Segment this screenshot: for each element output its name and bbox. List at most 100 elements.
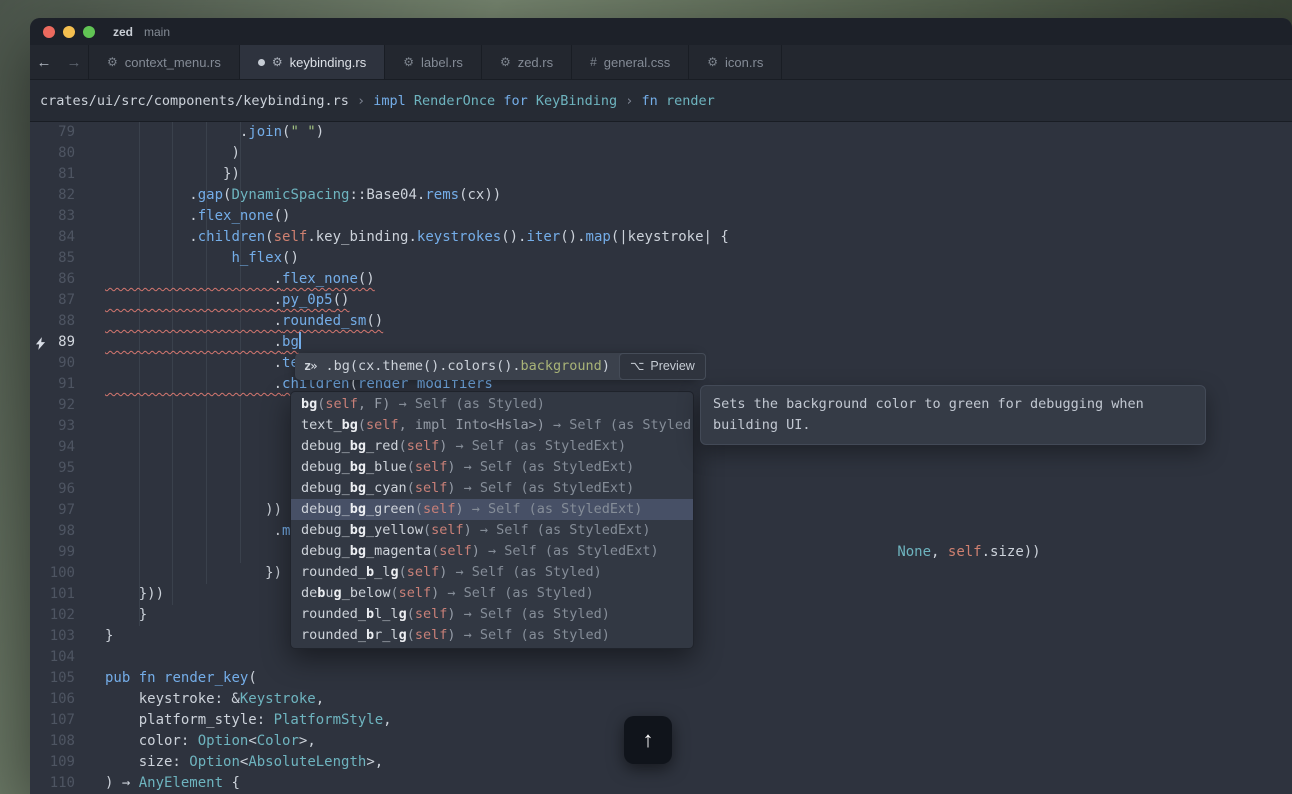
tab-zed.rs[interactable]: ⚙ zed.rs [482, 45, 572, 79]
code-line[interactable]: 79 .join(" ") [30, 122, 1292, 143]
navigate-forward-button[interactable]: → [67, 54, 82, 71]
code-line[interactable]: 88 .rounded_sm() [30, 311, 1292, 332]
line-number: 88 [30, 311, 75, 332]
code-content: .rounded_sm() [105, 311, 383, 332]
completion-item-debug_bg_yellow[interactable]: debug_bg_yellow(self) → Self (as StyledE… [291, 520, 693, 541]
completion-item-rounded_br_lg[interactable]: rounded_br_lg(self) → Self (as Styled) [291, 625, 693, 646]
code-line[interactable]: 85 h_flex() [30, 248, 1292, 269]
tab-label.rs[interactable]: ⚙label.rs [385, 45, 482, 79]
tab-label: icon.rs [725, 55, 763, 70]
rust-file-icon: ⚙ [272, 55, 283, 69]
close-window-button[interactable] [43, 26, 55, 38]
breadcrumb[interactable]: crates/ui/src/components/keybinding.rs ›… [40, 93, 715, 109]
line-number: 93 [30, 416, 75, 437]
code-line[interactable]: 104 [30, 647, 1292, 668]
completion-item-rounded_b_lg[interactable]: rounded_b_lg(self) → Self (as Styled) [291, 562, 693, 583]
code-line[interactable]: 86 .flex_none() [30, 269, 1292, 290]
line-number: 106 [30, 689, 75, 710]
line-number: 79 [30, 122, 75, 143]
code-line[interactable]: 110) → AnyElement { [30, 773, 1292, 794]
completion-popup: bg(self, F) → Self (as Styled)text_bg(se… [290, 391, 694, 649]
jump-to-edit-button[interactable]: ↑ [624, 716, 672, 764]
code-content: .py_0p5() [105, 290, 349, 311]
code-line[interactable]: 87 .py_0p5() [30, 290, 1292, 311]
code-content: size: Option<AbsoluteLength>, [105, 752, 383, 773]
completion-item-debug_bg_cyan[interactable]: debug_bg_cyan(self) → Self (as StyledExt… [291, 478, 693, 499]
preview-button[interactable]: ⌥ Preview [619, 353, 706, 380]
code-line[interactable]: 106 keystroke: &Keystroke, [30, 689, 1292, 710]
completion-item-text_bg[interactable]: text_bg(self, impl Into<Hsla>) → Self (a… [291, 415, 693, 436]
modified-dot [258, 59, 265, 66]
line-number: 82 [30, 185, 75, 206]
breadcrumb-segment [406, 93, 414, 109]
edit-prediction-icon: z» [304, 356, 316, 377]
completion-item-debug_bg_green[interactable]: debug_bg_green(self) → Self (as StyledEx… [291, 499, 693, 520]
code-content: h_flex() [105, 248, 299, 269]
line-number: 90 [30, 353, 75, 374]
text-cursor [299, 332, 301, 349]
tab-context_menu.rs[interactable]: ⚙context_menu.rs [88, 45, 240, 79]
completion-item-debug_bg_red[interactable]: debug_bg_red(self) → Self (as StyledExt) [291, 436, 693, 457]
line-number: 85 [30, 248, 75, 269]
breadcrumb-segment: for [503, 93, 527, 109]
code-content: .flex_none() [105, 206, 290, 227]
history-navigation: ← → [30, 45, 88, 79]
line-number: 94 [30, 437, 75, 458]
code-content: }) [105, 164, 240, 185]
code-content: .gap(DynamicSpacing::Base04.rems(cx)) [105, 185, 501, 206]
completion-item-debug_bg_magenta[interactable]: debug_bg_magenta(self) → Self (as Styled… [291, 541, 693, 562]
tab-keybinding.rs[interactable]: ⚙keybinding.rs [240, 45, 385, 79]
rust-file-icon: ⚙ [107, 55, 118, 69]
zed-window: zed main ← → ⚙context_menu.rs⚙keybinding… [30, 18, 1292, 794]
line-number: 102 [30, 605, 75, 626]
line-number: 104 [30, 647, 75, 668]
code-content: } [105, 605, 147, 626]
breadcrumb-bar: crates/ui/src/components/keybinding.rs ›… [30, 80, 1292, 122]
code-line[interactable]: 83 .flex_none() [30, 206, 1292, 227]
breadcrumb-segment: › [349, 93, 373, 109]
completion-item-debug_below[interactable]: debug_below(self) → Self (as Styled) [291, 583, 693, 604]
line-number: 80 [30, 143, 75, 164]
code-line[interactable]: 84 .children(self.key_binding.keystrokes… [30, 227, 1292, 248]
completion-item-debug_bg_blue[interactable]: debug_bg_blue(self) → Self (as StyledExt… [291, 457, 693, 478]
minimize-window-button[interactable] [63, 26, 75, 38]
line-number: 92 [30, 395, 75, 416]
completion-item-bg[interactable]: bg(self, F) → Self (as Styled) [291, 394, 693, 415]
line-number: 103 [30, 626, 75, 647]
navigate-back-button[interactable]: ← [37, 54, 52, 71]
line-number: 81 [30, 164, 75, 185]
code-content: .te [105, 353, 299, 374]
code-content: }) [105, 563, 282, 584]
completion-item-rounded_bl_lg[interactable]: rounded_bl_lg(self) → Self (as Styled) [291, 604, 693, 625]
line-number: 107 [30, 710, 75, 731]
code-line[interactable]: 81 }) [30, 164, 1292, 185]
preview-button-label: Preview [650, 356, 694, 377]
rust-file-icon: ⚙ [707, 55, 718, 69]
code-line[interactable]: 82 .gap(DynamicSpacing::Base04.rems(cx)) [30, 185, 1292, 206]
title-bar[interactable]: zed main [30, 18, 1292, 45]
line-number: 108 [30, 731, 75, 752]
breadcrumb-segment [528, 93, 536, 109]
git-branch-label[interactable]: main [144, 25, 170, 39]
tab-bar: ← → ⚙context_menu.rs⚙keybinding.rs⚙label… [30, 45, 1292, 80]
code-line[interactable]: 80 ) [30, 143, 1292, 164]
inline-completion-text: .bg(cx.theme().colors().background) [325, 356, 610, 377]
line-number: 87 [30, 290, 75, 311]
breadcrumb-segment: fn [642, 93, 658, 109]
line-number: 99 [30, 542, 75, 563]
line-number: 109 [30, 752, 75, 773]
tab-label: zed.rs [518, 55, 553, 70]
code-editor[interactable]: 79 .join(" ")80 )81 })82 .gap(DynamicSpa… [30, 122, 1292, 794]
tab-icon.rs[interactable]: ⚙ icon.rs [689, 45, 782, 79]
css-file-icon: # [590, 55, 597, 69]
breadcrumb-segment: crates/ui/src/components/keybinding.rs [40, 93, 349, 109]
code-content: .ma [105, 521, 299, 542]
line-number: 97 [30, 500, 75, 521]
line-number: 105 [30, 668, 75, 689]
code-content: ) [105, 143, 240, 164]
zoom-window-button[interactable] [83, 26, 95, 38]
rust-file-icon: ⚙ [500, 55, 511, 69]
code-line[interactable]: 89 .bg [30, 332, 1292, 353]
tab-general.css[interactable]: #general.css [572, 45, 689, 79]
code-line[interactable]: 105pub fn render_key( [30, 668, 1292, 689]
